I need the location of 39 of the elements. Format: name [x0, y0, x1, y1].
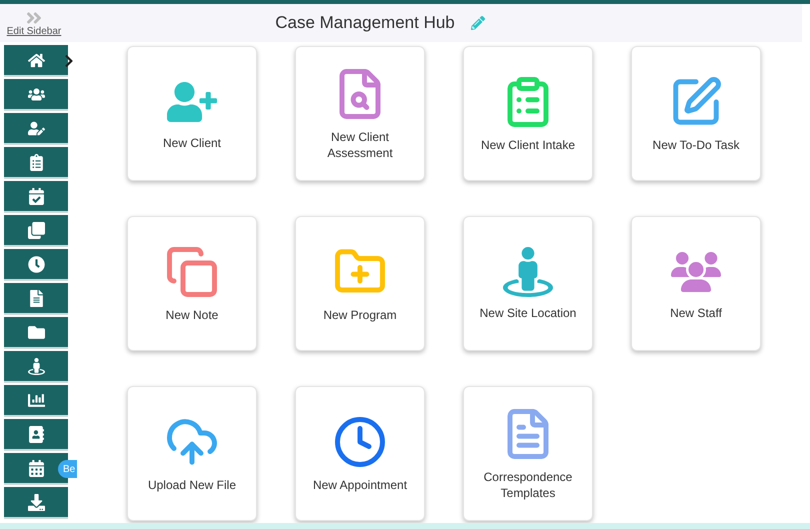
action-card[interactable]: New Client [127, 46, 257, 181]
bar-chart-icon [28, 392, 44, 408]
action-card[interactable]: New Program [295, 216, 425, 351]
action-card[interactable]: Correspondence Templates [463, 386, 593, 521]
sidebar-item[interactable] [4, 317, 68, 349]
clock-icon [28, 256, 44, 272]
contact-book-icon [28, 426, 44, 442]
document-icon [28, 290, 44, 306]
action-card[interactable]: New Appointment [295, 386, 425, 521]
sidebar-item[interactable] [4, 487, 68, 519]
sidebar-item[interactable] [4, 79, 68, 111]
sidebar-item[interactable] [4, 283, 68, 315]
action-card[interactable]: New Client Assessment [295, 46, 425, 181]
sidebar-item[interactable] [4, 113, 68, 145]
folder-icon [28, 324, 44, 340]
sidebar-item[interactable] [4, 419, 68, 451]
sidebar-badge: Be [58, 460, 78, 478]
home-icon [28, 52, 44, 68]
sidebar-item[interactable] [4, 249, 68, 281]
action-card[interactable]: Upload New File [127, 386, 257, 521]
download-icon [28, 494, 44, 510]
copy-icon [28, 222, 44, 238]
page-title: Case Management Hub [275, 12, 455, 34]
action-card[interactable]: New Client Intake [463, 46, 593, 181]
user-edit-icon [28, 120, 44, 136]
sidebar-item[interactable] [4, 215, 68, 247]
users-icon [28, 86, 44, 102]
person-pin-icon [28, 358, 44, 374]
sidebar-item[interactable] [4, 351, 68, 383]
action-card[interactable]: New Site Location [463, 216, 593, 351]
sidebar-item[interactable] [4, 147, 68, 179]
edit-sidebar-button[interactable]: Edit Sidebar [0, 9, 68, 37]
action-card[interactable]: New Staff [631, 216, 761, 351]
action-card[interactable]: New Note [127, 216, 257, 351]
sidebar-item[interactable] [4, 385, 68, 417]
sidebar-item[interactable] [4, 45, 68, 77]
clipboard-icon [28, 154, 44, 170]
action-card[interactable]: New To-Do Task [631, 46, 761, 181]
sidebar-item[interactable] [4, 181, 68, 213]
